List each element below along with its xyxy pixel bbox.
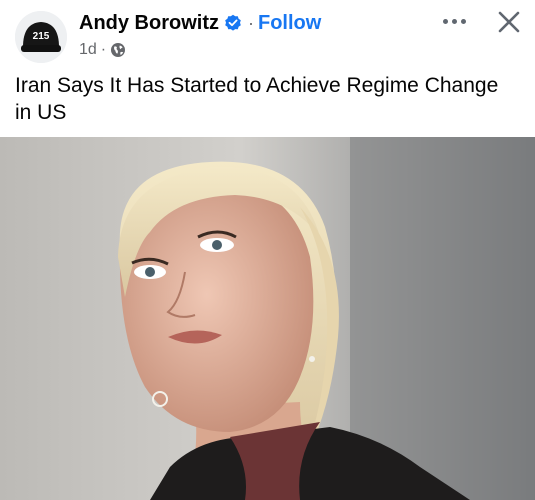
author-row: Andy Borowitz · Follow xyxy=(79,10,321,36)
verified-badge-icon xyxy=(224,14,242,32)
post-photo[interactable] xyxy=(0,137,535,500)
avatar-image: 215 xyxy=(15,11,67,63)
avatar-hat-text: 215 xyxy=(33,31,50,42)
post-photo-image xyxy=(0,137,535,500)
post-age[interactable]: 1d xyxy=(79,41,97,59)
post-header: 215 Andy Borowitz · Follow 1d · xyxy=(0,0,535,70)
avatar[interactable]: 215 xyxy=(15,11,67,63)
post-meta: 1d · xyxy=(79,40,126,60)
meta-separator: · xyxy=(100,41,107,58)
close-icon[interactable] xyxy=(495,8,523,36)
more-options-icon[interactable] xyxy=(436,10,472,32)
author-separator: · xyxy=(248,12,254,33)
author-name[interactable]: Andy Borowitz xyxy=(79,12,219,35)
follow-button[interactable]: Follow xyxy=(258,12,321,35)
globe-icon[interactable] xyxy=(110,42,126,58)
post-text: Iran Says It Has Started to Achieve Regi… xyxy=(15,74,499,124)
